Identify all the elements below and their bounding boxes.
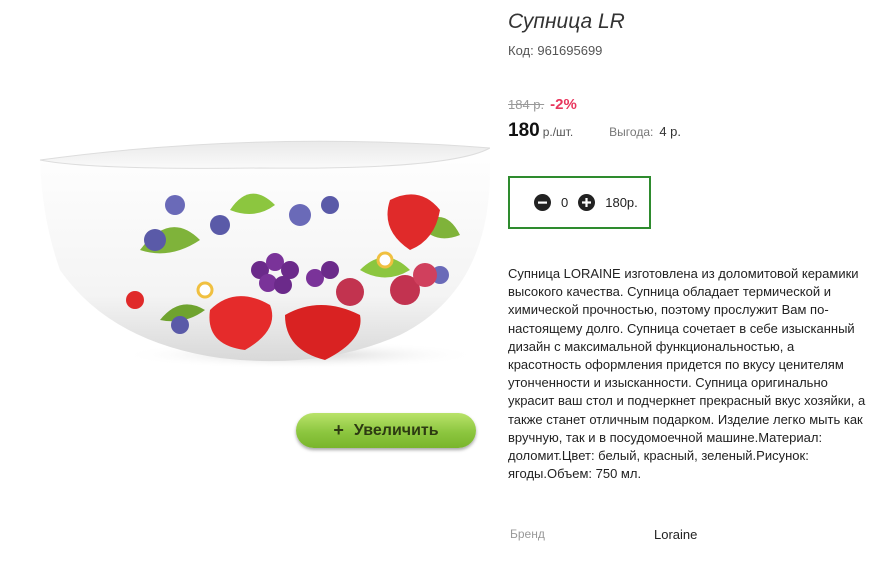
current-price: 180: [508, 120, 540, 141]
product-image-area: + Увеличить: [0, 0, 490, 561]
minus-circle-icon[interactable]: [534, 194, 551, 211]
quantity-sum: 180р.: [605, 195, 638, 210]
minus-glyph: [538, 201, 547, 204]
zoom-button[interactable]: + Увеличить: [296, 413, 476, 448]
quantity-value: 0: [561, 195, 569, 210]
old-price-row: 184 р. -2%: [508, 96, 577, 113]
old-price: 184 р.: [508, 97, 545, 112]
product-code-value: 961695699: [537, 43, 603, 58]
product-description: Супница LORAINE изготовлена из доломитов…: [508, 266, 866, 482]
plus-icon: +: [333, 420, 344, 440]
plus-glyph: [582, 198, 592, 207]
product-code: Код: 961695699: [508, 43, 602, 58]
price-row: 180 р./шт. Выгода: 4 р.: [508, 120, 681, 142]
benefit-value: 4 р.: [659, 124, 682, 139]
zoom-button-label: Увеличить: [353, 421, 439, 439]
product-title: Супница LR: [508, 10, 625, 33]
brand-label: Бренд: [510, 527, 545, 541]
quantity-selector: 0 180р.: [508, 176, 651, 229]
discount-badge: -2%: [550, 96, 577, 113]
price-unit: р./шт.: [542, 125, 574, 139]
product-code-label: Код:: [508, 43, 534, 58]
benefit-label: Выгода:: [609, 125, 654, 139]
plus-circle-icon[interactable]: [578, 194, 596, 211]
brand-value[interactable]: Loraine: [654, 527, 697, 542]
product-image-bowl[interactable]: [30, 130, 490, 370]
